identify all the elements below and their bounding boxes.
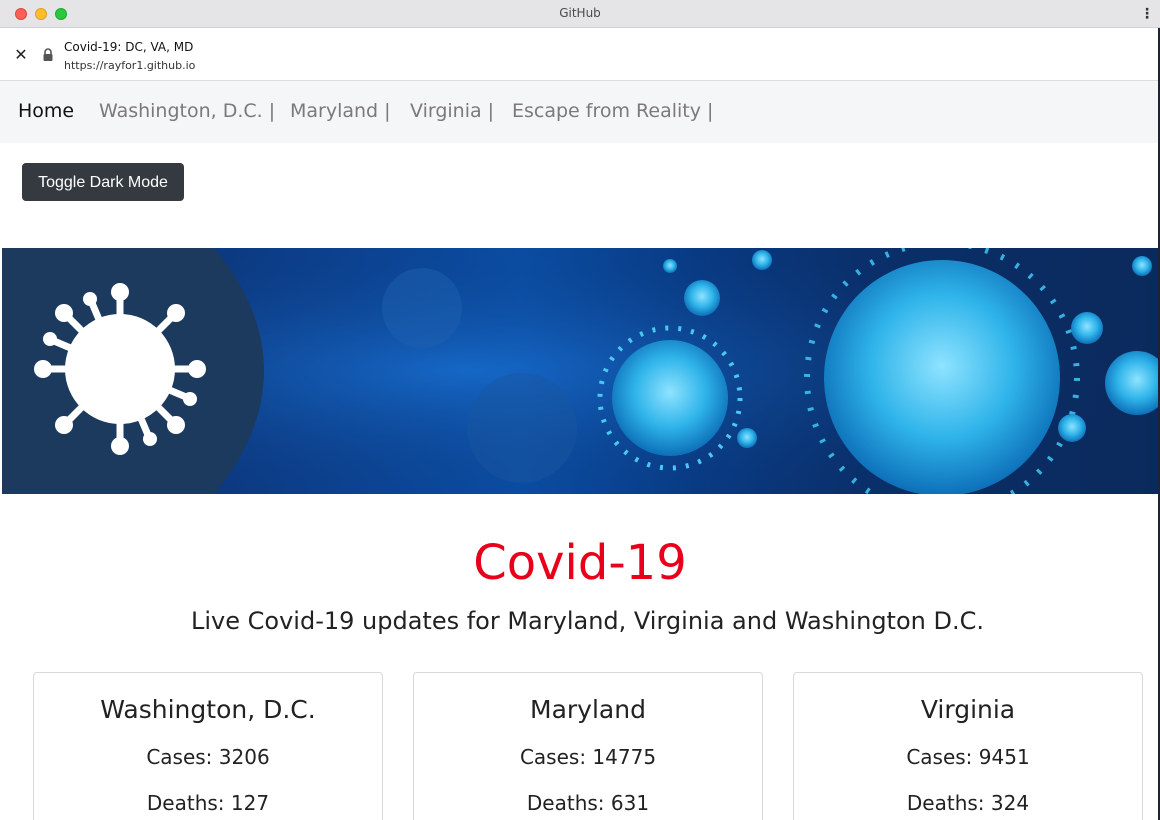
url-bar: ✕ Covid-19: DC, VA, MD https://rayfor1.g… xyxy=(0,28,1160,81)
title-bar: GitHub ⋮ xyxy=(0,0,1160,28)
virus-icon xyxy=(34,283,206,455)
lock-icon xyxy=(43,48,53,61)
card-cases: Cases: 14775 xyxy=(519,745,657,769)
card-deaths: Deaths: 324 xyxy=(906,791,1030,815)
card-deaths: Deaths: 631 xyxy=(526,791,650,815)
site-navbar: Home Washington, D.C. | Maryland | Virgi… xyxy=(0,81,1158,143)
card-maryland: Maryland Cases: 14775 Deaths: 631 xyxy=(413,672,763,820)
nav-maryland[interactable]: Maryland | xyxy=(290,100,391,122)
more-options-icon[interactable]: ⋮ xyxy=(1140,6,1154,22)
window-title: GitHub xyxy=(559,6,601,20)
card-title: Washington, D.C. xyxy=(100,695,316,724)
banner-artwork xyxy=(2,248,1158,494)
page-subtitle: Live Covid-19 updates for Maryland, Virg… xyxy=(191,607,984,635)
toggle-dark-mode-button[interactable]: Toggle Dark Mode xyxy=(22,163,184,201)
card-virginia: Virginia Cases: 9451 Deaths: 324 xyxy=(793,672,1143,820)
card-deaths: Deaths: 127 xyxy=(146,791,270,815)
card-cases: Cases: 9451 xyxy=(906,745,1030,769)
nav-washington-dc[interactable]: Washington, D.C. | xyxy=(99,100,275,122)
hero-banner xyxy=(2,248,1158,494)
card-cases: Cases: 3206 xyxy=(146,745,270,769)
browser-window: GitHub ⋮ ✕ Covid-19: DC, VA, MD https://… xyxy=(0,0,1160,820)
page-url[interactable]: https://rayfor1.github.io xyxy=(64,59,195,72)
page-title: Covid-19 xyxy=(473,535,687,591)
card-washington-dc: Washington, D.C. Cases: 3206 Deaths: 127 xyxy=(33,672,383,820)
card-title: Virginia xyxy=(920,695,1016,724)
nav-virginia[interactable]: Virginia | xyxy=(410,100,494,122)
nav-escape-from-reality[interactable]: Escape from Reality | xyxy=(512,100,713,122)
nav-home[interactable]: Home xyxy=(18,100,74,122)
close-icon[interactable]: ✕ xyxy=(13,47,29,63)
card-title: Maryland xyxy=(530,695,646,724)
page-name: Covid-19: DC, VA, MD xyxy=(64,40,194,54)
